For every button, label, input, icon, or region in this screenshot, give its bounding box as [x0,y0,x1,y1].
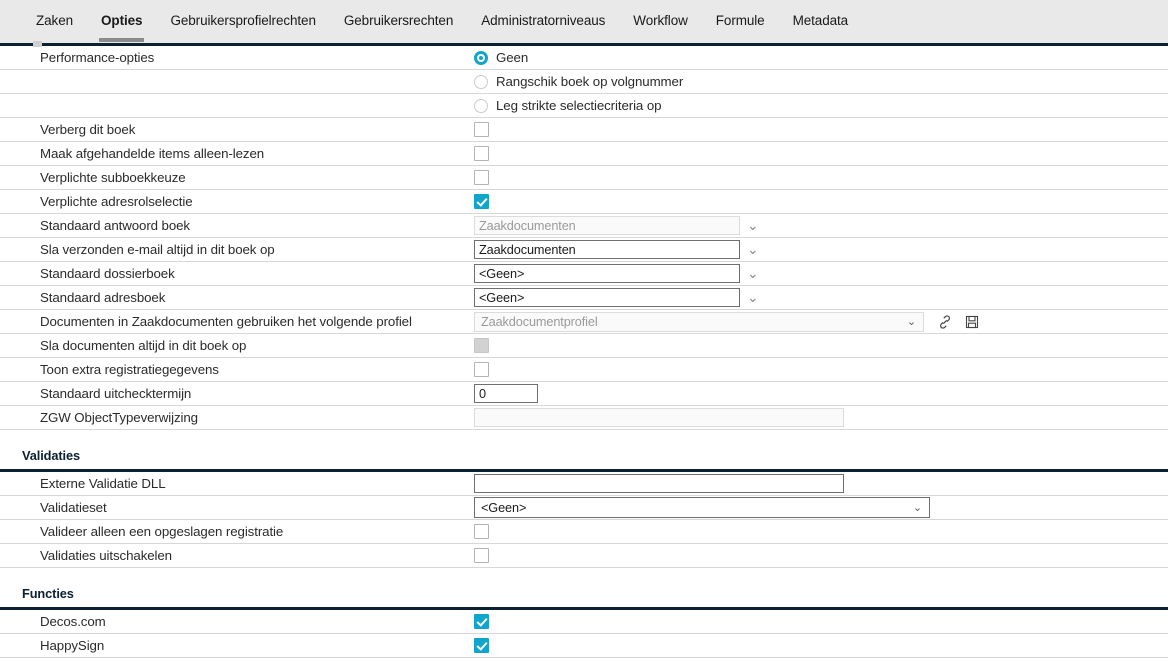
chevron-down-icon-adresboek[interactable]: ⌄ [747,291,759,305]
select-validatieset[interactable]: <Geen> ⌄ [474,497,930,518]
label-performance-opties: Performance-opties [40,50,155,65]
row-decos-com: Decos.com [0,610,1168,634]
input-standaard-dossierboek[interactable]: <Geen> [474,264,740,283]
row-verplichte-adresrolselectie: Verplichte adresrolselectie [0,190,1168,214]
spacer-before-validaties [0,430,1168,442]
checkbox-decos-com[interactable] [474,614,489,629]
row-standaard-antwoord-boek: Standaard antwoord boek Zaakdocumenten ⌄ [0,214,1168,238]
section-header-functies: Functies [22,586,74,601]
label-extra-registratiegegevens: Toon extra registratiegegevens [40,362,219,377]
row-verzonden-email-boek: Sla verzonden e-mail altijd in dit boek … [0,238,1168,262]
radio-option-geen[interactable]: Geen [474,50,528,65]
chevron-down-icon-antwoord-boek[interactable]: ⌄ [747,219,759,233]
select-arrow-icon-documentprofiel: ⌄ [906,315,916,328]
tab-opties[interactable]: Opties [87,0,156,42]
radio-icon-rangschik[interactable] [474,74,488,89]
radio-option-rangschik[interactable]: Rangschik boek op volgnummer [474,74,683,89]
label-decos-com: Decos.com [40,614,106,629]
checkbox-validaties-uitschakelen[interactable] [474,548,489,563]
row-zgw-objecttypeverwijzing: ZGW ObjectTypeverwijzing [0,406,1168,430]
label-verplichte-subboekkeuze: Verplichte subboekkeuze [40,170,186,185]
checkbox-verplichte-adresrolselectie[interactable] [474,194,489,209]
radio-icon-geen[interactable] [474,50,488,65]
options-form: Performance-opties Geen Rangschik boek o… [0,43,1168,658]
input-verzonden-email-boek[interactable]: Zaakdocumenten [474,240,740,259]
label-sla-documenten-altijd: Sla documenten altijd in dit boek op [40,338,247,353]
label-documentprofiel: Documenten in Zaakdocumenten gebruiken h… [40,314,412,329]
row-validatieset: Validatieset <Geen> ⌄ [0,496,1168,520]
label-happysign: HappySign [40,638,105,653]
radio-option-selectiecriteria[interactable]: Leg strikte selectiecriteria op [474,98,662,113]
checkbox-verberg-dit-boek[interactable] [474,122,489,137]
label-externe-validatie-dll: Externe Validatie DLL [40,476,166,491]
checkbox-happysign[interactable] [474,638,489,653]
checkbox-verplichte-subboekkeuze[interactable] [474,170,489,185]
label-validaties-uitschakelen: Validaties uitschakelen [40,548,172,563]
label-standaard-antwoord-boek: Standaard antwoord boek [40,218,190,233]
tab-metadata[interactable]: Metadata [779,0,863,40]
checkbox-valideer-opgeslagen-registratie[interactable] [474,524,489,539]
row-standaard-dossierboek: Standaard dossierboek <Geen> ⌄ [0,262,1168,286]
checkbox-afgehandelde-alleen-lezen[interactable] [474,146,489,161]
radio-icon-selectiecriteria[interactable] [474,98,488,113]
row-performance-option-3: Leg strikte selectiecriteria op [0,94,1168,118]
row-verplichte-subboekkeuze: Verplichte subboekkeuze [0,166,1168,190]
row-verberg-dit-boek: Verberg dit boek [0,118,1168,142]
label-validatieset: Validatieset [40,500,107,515]
checkbox-sla-documenten-altijd [474,338,489,353]
radio-label-selectiecriteria: Leg strikte selectiecriteria op [496,98,662,113]
label-verplichte-adresrolselectie: Verplichte adresrolselectie [40,194,193,209]
row-sla-documenten-altijd: Sla documenten altijd in dit boek op [0,334,1168,358]
label-standaard-dossierboek: Standaard dossierboek [40,266,175,281]
tab-gebruikersprofielrechten[interactable]: Gebruikersprofielrechten [156,0,329,40]
label-zgw-objecttypeverwijzing: ZGW ObjectTypeverwijzing [40,410,198,425]
row-performance-option-2: Rangschik boek op volgnummer [0,70,1168,94]
tab-gebruikersrechten[interactable]: Gebruikersrechten [330,0,467,40]
tab-zaken[interactable]: Zaken [22,0,87,40]
select-validatieset-value: <Geen> [481,500,527,515]
row-standaard-adresboek: Standaard adresboek <Geen> ⌄ [0,286,1168,310]
checkbox-extra-registratiegegevens[interactable] [474,362,489,377]
row-externe-validatie-dll: Externe Validatie DLL [0,472,1168,496]
input-externe-validatie-dll[interactable] [474,474,844,493]
radio-label-rangschik: Rangschik boek op volgnummer [496,74,684,89]
label-standaard-adresboek: Standaard adresboek [40,290,166,305]
label-verberg-dit-boek: Verberg dit boek [40,122,136,137]
tab-bar: Zaken Opties Gebruikersprofielrechten Ge… [0,0,1168,43]
tab-administratorniveaus[interactable]: Administratorniveaus [467,0,619,40]
row-documentprofiel: Documenten in Zaakdocumenten gebruiken h… [0,310,1168,334]
select-arrow-icon-validatieset: ⌄ [912,501,922,514]
documentprofiel-actions [937,314,980,330]
panel-stub-artifact [33,41,42,47]
row-validaties-uitschakelen: Validaties uitschakelen [0,544,1168,568]
section-header-validaties: Validaties [22,448,81,463]
input-standaard-antwoord-boek: Zaakdocumenten [474,216,740,235]
row-extra-registratiegegevens: Toon extra registratiegegevens [0,358,1168,382]
radio-label-geen: Geen [496,50,529,65]
label-afgehandelde-alleen-lezen: Maak afgehandelde items alleen-lezen [40,146,265,161]
tab-workflow[interactable]: Workflow [619,0,701,40]
input-zgw-objecttypeverwijzing [474,408,844,427]
chevron-down-icon-verzonden-email-boek[interactable]: ⌄ [747,243,759,257]
row-performance-opties: Performance-opties Geen [0,46,1168,70]
row-standaard-uitchecktermijn: Standaard uitchecktermijn 0 [0,382,1168,406]
tab-formule[interactable]: Formule [702,0,779,40]
chevron-down-icon-dossierboek[interactable]: ⌄ [747,267,759,281]
label-standaard-uitchecktermijn: Standaard uitchecktermijn [40,386,192,401]
link-icon[interactable] [937,314,953,330]
input-standaard-adresboek[interactable]: <Geen> [474,288,740,307]
select-documentprofiel-value: Zaakdocumentprofiel [481,314,598,329]
row-valideer-opgeslagen-registratie: Valideer alleen een opgeslagen registrat… [0,520,1168,544]
row-afgehandelde-alleen-lezen: Maak afgehandelde items alleen-lezen [0,142,1168,166]
save-icon[interactable] [964,314,980,330]
row-happysign: HappySign [0,634,1168,658]
label-valideer-opgeslagen-registratie: Valideer alleen een opgeslagen registrat… [40,524,284,539]
input-standaard-uitchecktermijn[interactable]: 0 [474,384,538,403]
label-verzonden-email-boek: Sla verzonden e-mail altijd in dit boek … [40,242,275,257]
select-documentprofiel[interactable]: Zaakdocumentprofiel ⌄ [474,311,924,332]
spacer-before-functies [0,568,1168,580]
